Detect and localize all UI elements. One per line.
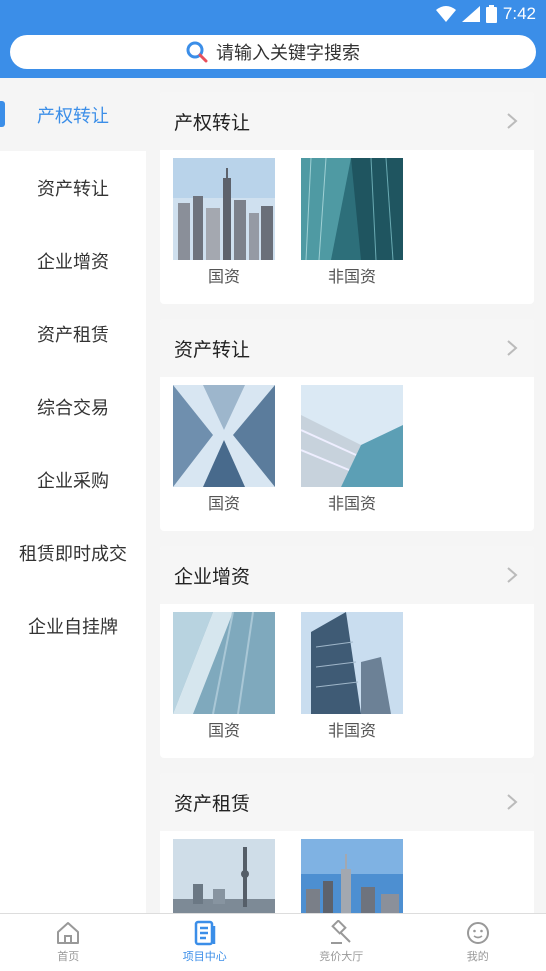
sidebar-item-label: 产权转让	[37, 102, 109, 128]
tab-project-center[interactable]: 项目中心	[137, 914, 274, 971]
sidebar-item-label: 企业增资	[37, 248, 109, 274]
tab-label: 项目中心	[183, 948, 227, 964]
document-icon	[192, 920, 218, 946]
tab-label: 竞价大厅	[319, 948, 363, 964]
section-card: 企业增资 国资 非国资	[160, 546, 534, 758]
glass-tower-image	[173, 612, 275, 714]
modern-building-image	[301, 385, 403, 487]
sidebar-item-label: 企业采购	[37, 467, 109, 493]
section-title: 资产租赁	[174, 789, 250, 816]
tab-label: 我的	[467, 948, 489, 964]
tile-non-state-owned[interactable]: 非国资	[301, 158, 403, 287]
city-skyline-image	[173, 158, 275, 260]
tile-state-owned[interactable]: 国资	[173, 612, 275, 741]
tile-label: 国资	[208, 263, 240, 287]
tab-auction-hall[interactable]: 竞价大厅	[273, 914, 410, 971]
section-header[interactable]: 资产租赁	[160, 773, 534, 831]
sidebar-item-procurement[interactable]: 企业采购	[0, 443, 146, 516]
tile-non-state-owned[interactable]: 非国资	[301, 612, 403, 741]
sidebar-item-property-transfer[interactable]: 产权转让	[0, 78, 146, 151]
section-title: 资产转让	[174, 335, 250, 362]
smile-icon	[465, 920, 491, 946]
status-time: 7:42	[503, 4, 536, 24]
tab-home[interactable]: 首页	[0, 914, 137, 971]
tower-skyline-image	[173, 839, 275, 913]
chevron-right-icon	[504, 113, 520, 129]
section-card: 产权转让 国资 非国资	[160, 92, 534, 304]
sidebar-item-label: 租赁即时成交	[19, 540, 127, 566]
tile-non-state-owned[interactable]	[301, 839, 403, 913]
chevron-right-icon	[504, 567, 520, 583]
sidebar-item-self-listing[interactable]: 企业自挂牌	[0, 589, 146, 662]
tile-label: 非国资	[328, 490, 376, 514]
city-skyline-image	[301, 839, 403, 913]
sidebar: 产权转让 资产转让 企业增资 资产租赁 综合交易 企业采购 租赁即时成交 企业自…	[0, 78, 146, 913]
status-bar: 7:42	[0, 0, 546, 28]
tile-label: 非国资	[328, 717, 376, 741]
section-header[interactable]: 产权转让	[160, 92, 534, 150]
section-card: 资产转让 国资 非国资	[160, 319, 534, 531]
bottom-tab-bar: 首页 项目中心 竞价大厅 我的	[0, 913, 546, 971]
tile-label: 国资	[208, 490, 240, 514]
sidebar-item-label: 企业自挂牌	[28, 613, 118, 639]
section-header[interactable]: 企业增资	[160, 546, 534, 604]
glass-building-image	[301, 158, 403, 260]
tile-state-owned[interactable]: 国资	[173, 385, 275, 514]
battery-icon	[486, 5, 497, 23]
sidebar-item-asset-lease[interactable]: 资产租赁	[0, 297, 146, 370]
wifi-icon	[436, 6, 456, 22]
sidebar-item-capital-increase[interactable]: 企业增资	[0, 224, 146, 297]
search-icon	[186, 41, 208, 63]
content-area: 产权转让 国资 非国资	[160, 78, 534, 913]
tile-state-owned[interactable]	[173, 839, 275, 913]
sidebar-item-comprehensive-trade[interactable]: 综合交易	[0, 370, 146, 443]
section-title: 产权转让	[174, 108, 250, 135]
tile-label: 国资	[208, 717, 240, 741]
office-building-image	[301, 612, 403, 714]
sidebar-item-label: 资产转让	[37, 175, 109, 201]
sidebar-item-label: 资产租赁	[37, 321, 109, 347]
tile-label: 非国资	[328, 263, 376, 287]
sidebar-item-instant-lease[interactable]: 租赁即时成交	[0, 516, 146, 589]
sidebar-item-asset-transfer[interactable]: 资产转让	[0, 151, 146, 224]
signal-icon	[462, 6, 480, 22]
tab-label: 首页	[57, 948, 79, 964]
section-title: 企业增资	[174, 562, 250, 589]
search-bar[interactable]: 请输入关键字搜索	[10, 35, 536, 69]
skyscraper-upview-image	[173, 385, 275, 487]
chevron-right-icon	[504, 794, 520, 810]
home-icon	[55, 920, 81, 946]
search-placeholder: 请输入关键字搜索	[216, 39, 360, 65]
tile-non-state-owned[interactable]: 非国资	[301, 385, 403, 514]
chevron-right-icon	[504, 340, 520, 356]
sidebar-item-label: 综合交易	[37, 394, 109, 420]
header: 请输入关键字搜索	[0, 28, 546, 78]
section-header[interactable]: 资产转让	[160, 319, 534, 377]
gavel-icon	[328, 920, 354, 946]
tab-mine[interactable]: 我的	[410, 914, 546, 971]
tile-state-owned[interactable]: 国资	[173, 158, 275, 287]
section-card: 资产租赁	[160, 773, 534, 913]
